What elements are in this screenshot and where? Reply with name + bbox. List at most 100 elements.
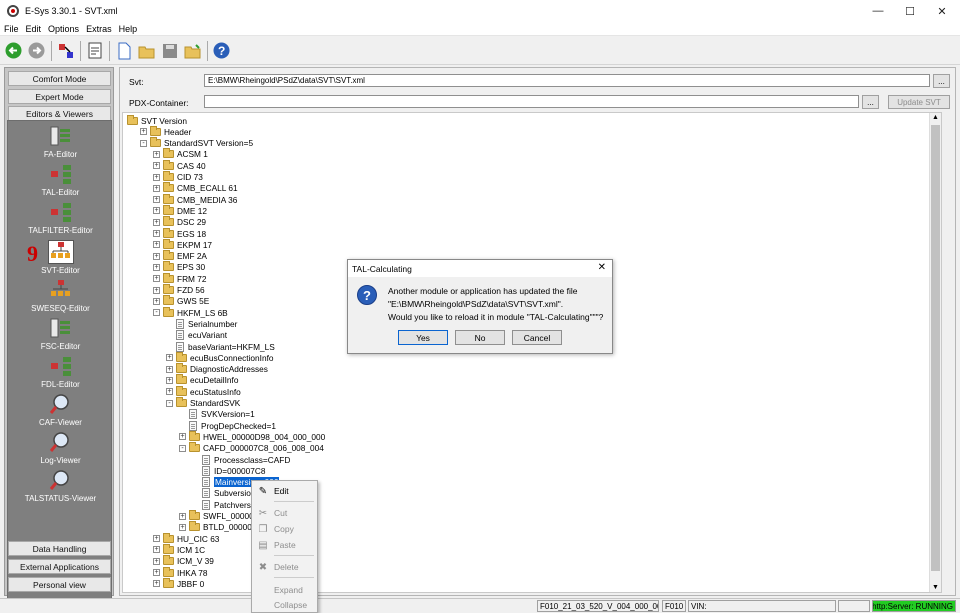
expand-icon[interactable]: + xyxy=(153,230,160,237)
tree-node[interactable]: + CMB_MEDIA 36 xyxy=(153,193,237,205)
tree-node[interactable]: + EPS 30 xyxy=(153,261,205,273)
expand-icon[interactable]: + xyxy=(166,354,173,362)
help-icon[interactable]: ? xyxy=(212,41,231,60)
expand-icon[interactable]: + xyxy=(153,297,160,305)
ctx-expand[interactable]: Expand xyxy=(252,583,317,597)
expand-icon[interactable]: + xyxy=(153,196,160,204)
expand-icon[interactable]: + xyxy=(153,546,160,554)
no-button[interactable]: No xyxy=(455,330,505,345)
tree-node[interactable]: + DSC 29 xyxy=(153,216,206,228)
expand-icon[interactable]: + xyxy=(166,376,173,384)
fsc-editor[interactable]: FSC-Editor xyxy=(8,316,113,354)
collapse-icon[interactable]: - xyxy=(153,309,160,317)
ctx-copy[interactable]: ❐ Copy xyxy=(252,522,317,536)
talstatus-viewer[interactable]: TALSTATUS-Viewer xyxy=(8,468,113,506)
tree-node[interactable]: baseVariant=HKFM_LS xyxy=(166,341,275,352)
expand-icon[interactable]: + xyxy=(153,557,160,565)
collapse-icon[interactable]: - xyxy=(140,139,147,147)
collapse-icon[interactable]: - xyxy=(179,444,186,452)
expand-icon[interactable]: + xyxy=(153,535,160,543)
update-svt-button[interactable]: Update SVT xyxy=(888,95,950,109)
tree-node[interactable]: + CID 73 xyxy=(153,171,203,183)
collapse-icon[interactable]: - xyxy=(166,399,173,407)
tree-node[interactable]: + JBBF 0 xyxy=(153,577,204,589)
tree-node[interactable]: + ecuBusConnectionInfo xyxy=(166,351,274,363)
external-applications-button[interactable]: External Applications xyxy=(8,559,111,574)
tree-node[interactable]: SVKVersion=1 xyxy=(179,409,255,420)
save-icon[interactable] xyxy=(160,41,179,60)
expand-icon[interactable]: + xyxy=(153,241,160,249)
expand-icon[interactable]: + xyxy=(166,388,173,396)
expand-icon[interactable]: + xyxy=(153,150,160,158)
log-icon[interactable] xyxy=(85,41,104,60)
expand-icon[interactable]: + xyxy=(153,207,160,215)
tree-node[interactable]: + IHKA 78 xyxy=(153,566,207,578)
talfilter-editor[interactable]: TALFILTER-Editor xyxy=(8,200,113,238)
scroll-down-icon[interactable]: ▼ xyxy=(932,584,939,591)
tree-node[interactable]: + EKPM 17 xyxy=(153,238,212,250)
expand-icon[interactable]: + xyxy=(179,433,186,441)
tree-node[interactable]: + DME 12 xyxy=(153,204,207,216)
back-icon[interactable] xyxy=(4,41,23,60)
tree-node[interactable]: + ICM 1C xyxy=(153,543,205,555)
expand-icon[interactable]: + xyxy=(153,184,160,192)
forward-icon[interactable] xyxy=(27,41,46,60)
expand-icon[interactable]: + xyxy=(153,173,160,181)
expand-icon[interactable]: + xyxy=(153,569,160,576)
ctx-paste[interactable]: ▤ Paste xyxy=(252,538,317,552)
data-handling-button[interactable]: Data Handling xyxy=(8,541,111,556)
connect-icon[interactable] xyxy=(56,41,75,60)
tree-node[interactable]: SVT Version xyxy=(127,114,187,126)
menu-file[interactable]: File xyxy=(4,24,19,34)
ctx-collapse[interactable]: Collapse xyxy=(252,598,317,612)
menu-extras[interactable]: Extras xyxy=(86,24,112,34)
tal-editor[interactable]: TAL-Editor xyxy=(8,162,113,200)
expand-icon[interactable]: + xyxy=(153,286,160,294)
ctx-edit[interactable]: ✎ Edit xyxy=(252,484,317,498)
tree-node[interactable]: + DiagnosticAddresses xyxy=(166,363,268,375)
personal-view-button[interactable]: Personal view xyxy=(8,577,111,592)
cancel-button[interactable]: Cancel xyxy=(512,330,562,345)
comfort-mode-button[interactable]: Comfort Mode xyxy=(8,71,111,86)
tree-node[interactable]: + FZD 56 xyxy=(153,284,205,296)
expand-icon[interactable]: + xyxy=(166,365,173,373)
tree-node[interactable]: + ICM_V 39 xyxy=(153,555,214,567)
close-window-button[interactable]: ✕ xyxy=(926,0,958,22)
tree-node[interactable]: ecuVariant xyxy=(166,330,227,341)
yes-button[interactable]: Yes xyxy=(398,330,448,345)
pdx-browse-button[interactable]: ... xyxy=(862,95,879,109)
maximize-button[interactable]: ☐ xyxy=(894,0,926,22)
tree-node[interactable]: + EGS 18 xyxy=(153,227,206,239)
svt-path-field[interactable]: E:\BMW\Rheingold\PSdZ\data\SVT\SVT.xml xyxy=(204,74,930,87)
tree-node[interactable]: + HU_CIC 63 xyxy=(153,532,219,544)
tree-node[interactable]: + CMB_ECALL 61 xyxy=(153,182,238,194)
tree-node[interactable]: + CAS 40 xyxy=(153,159,206,171)
menu-options[interactable]: Options xyxy=(48,24,79,34)
ctx-delete[interactable]: ✖ Delete xyxy=(252,560,317,574)
log-viewer[interactable]: Log-Viewer xyxy=(8,430,113,468)
tree-node[interactable]: - StandardSVK xyxy=(166,397,240,409)
caf-viewer[interactable]: CAF-Viewer xyxy=(8,392,113,430)
tree-node[interactable]: Processclass=CAFD xyxy=(192,454,290,465)
expand-icon[interactable]: + xyxy=(153,275,160,283)
tree-node[interactable]: + Header xyxy=(140,125,191,137)
svt-browse-button[interactable]: ... xyxy=(933,74,950,88)
tree-node[interactable]: - HKFM_LS 6B xyxy=(153,306,228,318)
fdl-editor[interactable]: FDL-Editor xyxy=(8,354,113,392)
tree-node[interactable]: + ecuDetailInfo xyxy=(166,374,238,386)
close-icon[interactable]: ✕ xyxy=(598,262,606,273)
open-folder-icon[interactable] xyxy=(137,41,156,60)
expand-icon[interactable]: + xyxy=(153,218,160,226)
tree-node[interactable]: + FRM 72 xyxy=(153,272,207,284)
tree-scrollbar[interactable]: ▲ ▼ xyxy=(929,113,941,592)
pdx-container-field[interactable] xyxy=(204,95,859,108)
expand-icon[interactable]: + xyxy=(179,512,186,520)
expert-mode-button[interactable]: Expert Mode xyxy=(8,89,111,104)
expand-icon[interactable]: + xyxy=(140,128,147,136)
menu-edit[interactable]: Edit xyxy=(26,24,42,34)
expand-icon[interactable]: + xyxy=(153,162,160,170)
expand-icon[interactable]: + xyxy=(153,252,160,260)
tree-node[interactable]: Serialnumber xyxy=(166,318,237,329)
scrollbar-thumb[interactable] xyxy=(931,125,940,571)
save-as-icon[interactable] xyxy=(183,41,202,60)
